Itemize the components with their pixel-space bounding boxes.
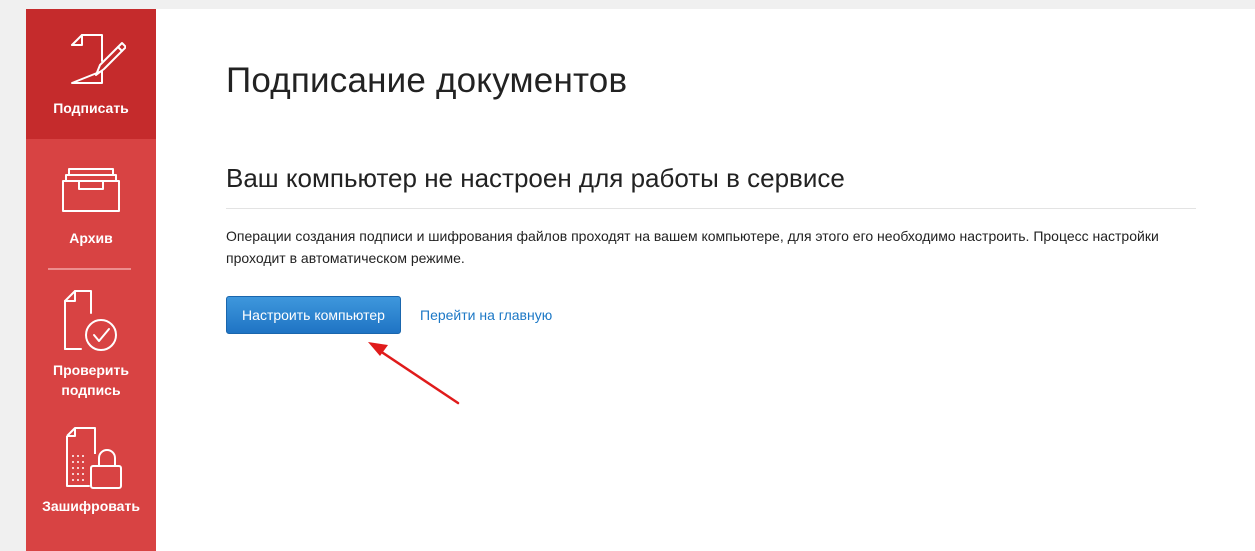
verify-signature-icon: [61, 287, 121, 356]
description-text: Операции создания подписи и шифрования ф…: [226, 228, 1159, 266]
home-link[interactable]: Перейти на главную: [420, 305, 552, 325]
page-title: Подписание документов: [226, 61, 628, 100]
sidebar-item-encrypt[interactable]: Зашифровать: [26, 414, 156, 544]
main-content: Подписание документов Ваш компьютер не н…: [156, 9, 1255, 551]
sidebar-item-label: Архив: [69, 230, 113, 246]
sidebar-item-sign[interactable]: Подписать: [26, 9, 156, 139]
section-title: Ваш компьютер не настроен для работы в с…: [226, 163, 845, 193]
archive-tray-icon: [61, 167, 121, 218]
sidebar-item-label: Подписать: [53, 100, 129, 116]
sidebar-divider: [48, 268, 131, 270]
sidebar-item-verify[interactable]: Проверить подпись: [26, 279, 156, 409]
divider: [226, 208, 1196, 209]
sign-document-icon: [66, 29, 127, 94]
sidebar-item-label: Зашифровать: [42, 498, 140, 514]
sidebar-item-label: Проверить подпись: [53, 362, 129, 398]
sidebar: Подписать Архив Проверить подпись Зашифр…: [26, 9, 156, 551]
setup-button[interactable]: Настроить компьютер: [226, 296, 401, 334]
sidebar-item-archive[interactable]: Архив: [26, 139, 156, 267]
encrypt-lock-icon: [63, 424, 123, 495]
